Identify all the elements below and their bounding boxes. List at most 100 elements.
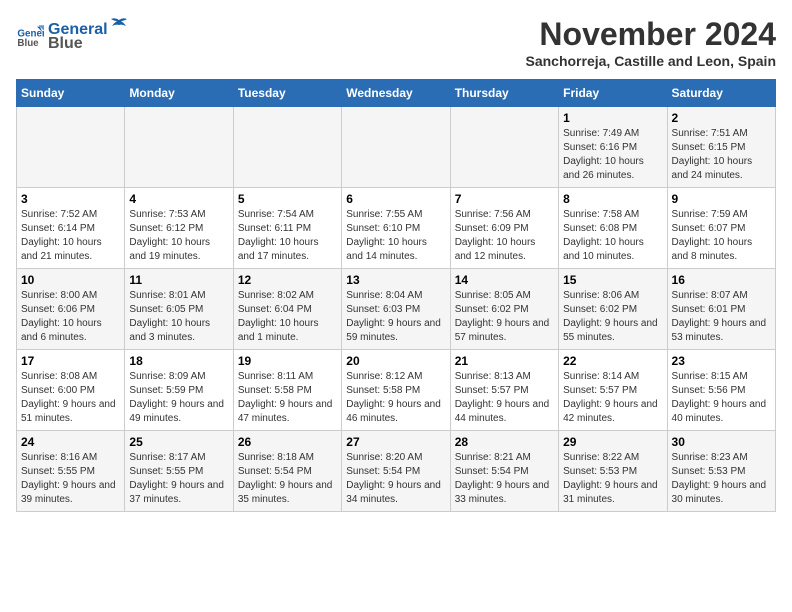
day-info: Sunrise: 7:55 AM Sunset: 6:10 PM Dayligh… bbox=[346, 208, 445, 264]
day-cell: 27 Sunrise: 8:20 AM Sunset: 5:54 PM Dayli… bbox=[342, 431, 450, 512]
calendar-subtitle: Sanchorreja, Castille and Leon, Spain bbox=[525, 53, 776, 69]
day-cell bbox=[450, 107, 558, 188]
day-info: Sunrise: 7:51 AM Sunset: 6:15 PM Dayligh… bbox=[672, 127, 771, 183]
day-number: 25 bbox=[129, 435, 228, 449]
day-number: 10 bbox=[21, 273, 120, 287]
day-number: 23 bbox=[672, 354, 771, 368]
day-cell: 21 Sunrise: 8:13 AM Sunset: 5:57 PM Dayli… bbox=[450, 350, 558, 431]
day-info: Sunrise: 8:13 AM Sunset: 5:57 PM Dayligh… bbox=[455, 370, 554, 426]
day-info: Sunrise: 8:00 AM Sunset: 6:06 PM Dayligh… bbox=[21, 289, 120, 345]
day-number: 15 bbox=[563, 273, 662, 287]
day-info: Sunrise: 8:14 AM Sunset: 5:57 PM Dayligh… bbox=[563, 370, 662, 426]
header-cell-wednesday: Wednesday bbox=[342, 80, 450, 107]
calendar-header: SundayMondayTuesdayWednesdayThursdayFrid… bbox=[17, 80, 776, 107]
day-cell: 5 Sunrise: 7:54 AM Sunset: 6:11 PM Daylig… bbox=[233, 188, 341, 269]
week-row-1: 1 Sunrise: 7:49 AM Sunset: 6:16 PM Daylig… bbox=[17, 107, 776, 188]
day-info: Sunrise: 7:54 AM Sunset: 6:11 PM Dayligh… bbox=[238, 208, 337, 264]
day-number: 29 bbox=[563, 435, 662, 449]
day-info: Sunrise: 8:07 AM Sunset: 6:01 PM Dayligh… bbox=[672, 289, 771, 345]
day-info: Sunrise: 8:22 AM Sunset: 5:53 PM Dayligh… bbox=[563, 451, 662, 507]
day-number: 13 bbox=[346, 273, 445, 287]
day-info: Sunrise: 7:53 AM Sunset: 6:12 PM Dayligh… bbox=[129, 208, 228, 264]
day-number: 17 bbox=[21, 354, 120, 368]
day-info: Sunrise: 8:08 AM Sunset: 6:00 PM Dayligh… bbox=[21, 370, 120, 426]
day-cell: 4 Sunrise: 7:53 AM Sunset: 6:12 PM Daylig… bbox=[125, 188, 233, 269]
day-info: Sunrise: 8:20 AM Sunset: 5:54 PM Dayligh… bbox=[346, 451, 445, 507]
day-info: Sunrise: 8:17 AM Sunset: 5:55 PM Dayligh… bbox=[129, 451, 228, 507]
day-number: 1 bbox=[563, 111, 662, 125]
day-number: 18 bbox=[129, 354, 228, 368]
day-info: Sunrise: 8:01 AM Sunset: 6:05 PM Dayligh… bbox=[129, 289, 228, 345]
logo-icon: General Blue bbox=[16, 21, 44, 49]
svg-text:Blue: Blue bbox=[17, 38, 39, 49]
day-info: Sunrise: 7:49 AM Sunset: 6:16 PM Dayligh… bbox=[563, 127, 662, 183]
day-cell: 16Sunrise: 8:07 AM Sunset: 6:01 PM Dayli… bbox=[667, 269, 775, 350]
day-cell: 8 Sunrise: 7:58 AM Sunset: 6:08 PM Daylig… bbox=[559, 188, 667, 269]
day-cell: 2 Sunrise: 7:51 AM Sunset: 6:15 PM Daylig… bbox=[667, 107, 775, 188]
header-row: SundayMondayTuesdayWednesdayThursdayFrid… bbox=[17, 80, 776, 107]
day-cell: 3Sunrise: 7:52 AM Sunset: 6:14 PM Daylig… bbox=[17, 188, 125, 269]
day-number: 9 bbox=[672, 192, 771, 206]
day-number: 22 bbox=[563, 354, 662, 368]
calendar-title: November 2024 bbox=[525, 16, 776, 53]
day-number: 14 bbox=[455, 273, 554, 287]
day-number: 3 bbox=[21, 192, 120, 206]
day-info: Sunrise: 8:09 AM Sunset: 5:59 PM Dayligh… bbox=[129, 370, 228, 426]
day-cell: 22 Sunrise: 8:14 AM Sunset: 5:57 PM Dayli… bbox=[559, 350, 667, 431]
day-number: 28 bbox=[455, 435, 554, 449]
day-number: 21 bbox=[455, 354, 554, 368]
day-number: 20 bbox=[346, 354, 445, 368]
day-cell: 14Sunrise: 8:05 AM Sunset: 6:02 PM Dayli… bbox=[450, 269, 558, 350]
header-cell-monday: Monday bbox=[125, 80, 233, 107]
day-info: Sunrise: 8:15 AM Sunset: 5:56 PM Dayligh… bbox=[672, 370, 771, 426]
day-info: Sunrise: 8:06 AM Sunset: 6:02 PM Dayligh… bbox=[563, 289, 662, 345]
week-row-3: 10 Sunrise: 8:00 AM Sunset: 6:06 PM Dayli… bbox=[17, 269, 776, 350]
header-cell-saturday: Saturday bbox=[667, 80, 775, 107]
day-number: 11 bbox=[129, 273, 228, 287]
day-cell bbox=[342, 107, 450, 188]
day-cell: 10 Sunrise: 8:00 AM Sunset: 6:06 PM Dayli… bbox=[17, 269, 125, 350]
day-number: 8 bbox=[563, 192, 662, 206]
day-cell: 18 Sunrise: 8:09 AM Sunset: 5:59 PM Dayli… bbox=[125, 350, 233, 431]
day-info: Sunrise: 7:58 AM Sunset: 6:08 PM Dayligh… bbox=[563, 208, 662, 264]
day-info: Sunrise: 8:23 AM Sunset: 5:53 PM Dayligh… bbox=[672, 451, 771, 507]
week-row-5: 24 Sunrise: 8:16 AM Sunset: 5:55 PM Dayli… bbox=[17, 431, 776, 512]
title-section: November 2024 Sanchorreja, Castille and … bbox=[525, 16, 776, 69]
day-cell: 29 Sunrise: 8:22 AM Sunset: 5:53 PM Dayli… bbox=[559, 431, 667, 512]
day-cell: 19Sunrise: 8:11 AM Sunset: 5:58 PM Dayli… bbox=[233, 350, 341, 431]
day-info: Sunrise: 8:02 AM Sunset: 6:04 PM Dayligh… bbox=[238, 289, 337, 345]
day-info: Sunrise: 8:18 AM Sunset: 5:54 PM Dayligh… bbox=[238, 451, 337, 507]
header-cell-thursday: Thursday bbox=[450, 80, 558, 107]
day-number: 27 bbox=[346, 435, 445, 449]
header-cell-sunday: Sunday bbox=[17, 80, 125, 107]
day-number: 12 bbox=[238, 273, 337, 287]
day-number: 24 bbox=[21, 435, 120, 449]
top-bar: General Blue General Blue November 2024 … bbox=[16, 16, 776, 71]
week-row-2: 3Sunrise: 7:52 AM Sunset: 6:14 PM Daylig… bbox=[17, 188, 776, 269]
day-cell: 23 Sunrise: 8:15 AM Sunset: 5:56 PM Dayli… bbox=[667, 350, 775, 431]
calendar-table: SundayMondayTuesdayWednesdayThursdayFrid… bbox=[16, 79, 776, 512]
day-cell: 9Sunrise: 7:59 AM Sunset: 6:07 PM Daylig… bbox=[667, 188, 775, 269]
day-cell: 7Sunrise: 7:56 AM Sunset: 6:09 PM Daylig… bbox=[450, 188, 558, 269]
day-cell bbox=[125, 107, 233, 188]
day-number: 19 bbox=[238, 354, 337, 368]
day-info: Sunrise: 8:16 AM Sunset: 5:55 PM Dayligh… bbox=[21, 451, 120, 507]
day-info: Sunrise: 8:04 AM Sunset: 6:03 PM Dayligh… bbox=[346, 289, 445, 345]
day-number: 5 bbox=[238, 192, 337, 206]
day-info: Sunrise: 8:12 AM Sunset: 5:58 PM Dayligh… bbox=[346, 370, 445, 426]
day-info: Sunrise: 8:21 AM Sunset: 5:54 PM Dayligh… bbox=[455, 451, 554, 507]
day-cell: 13 Sunrise: 8:04 AM Sunset: 6:03 PM Dayli… bbox=[342, 269, 450, 350]
day-number: 2 bbox=[672, 111, 771, 125]
day-cell: 15 Sunrise: 8:06 AM Sunset: 6:02 PM Dayli… bbox=[559, 269, 667, 350]
header-cell-friday: Friday bbox=[559, 80, 667, 107]
day-number: 4 bbox=[129, 192, 228, 206]
logo: General Blue General Blue bbox=[16, 16, 128, 53]
day-cell: 30 Sunrise: 8:23 AM Sunset: 5:53 PM Dayli… bbox=[667, 431, 775, 512]
day-cell: 12 Sunrise: 8:02 AM Sunset: 6:04 PM Dayli… bbox=[233, 269, 341, 350]
logo-bird-icon bbox=[110, 16, 128, 34]
day-number: 30 bbox=[672, 435, 771, 449]
header-cell-tuesday: Tuesday bbox=[233, 80, 341, 107]
day-cell: 28 Sunrise: 8:21 AM Sunset: 5:54 PM Dayli… bbox=[450, 431, 558, 512]
week-row-4: 17 Sunrise: 8:08 AM Sunset: 6:00 PM Dayli… bbox=[17, 350, 776, 431]
day-cell: 25 Sunrise: 8:17 AM Sunset: 5:55 PM Dayli… bbox=[125, 431, 233, 512]
